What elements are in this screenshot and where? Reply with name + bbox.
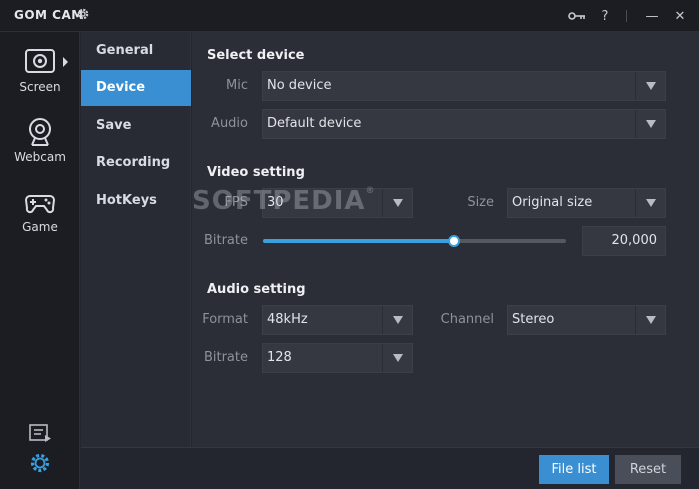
app-title: GOM CAM [14, 8, 84, 22]
expand-arrow-icon[interactable] [63, 57, 68, 67]
section-title-select-device: Select device [207, 48, 305, 63]
device-settings-panel: Select device Mic No device Audio Defaul… [192, 32, 699, 447]
screen-capture-icon [25, 49, 55, 73]
dropdown-arrow-icon [635, 189, 665, 217]
size-select[interactable]: Original size [507, 188, 666, 218]
audio-bitrate-select[interactable]: 128 [262, 343, 413, 373]
nav-item-hotkeys[interactable]: HotKeys [81, 183, 191, 219]
title-bar: GOM CAM ? — ✕ [0, 0, 699, 32]
settings-gear-icon[interactable] [28, 451, 52, 475]
section-title-video-setting: Video setting [207, 165, 305, 180]
size-value: Original size [512, 195, 593, 210]
format-select[interactable]: 48kHz [262, 305, 413, 335]
video-bitrate-slider[interactable] [263, 235, 566, 247]
channel-label: Channel [440, 312, 494, 327]
title-separator [626, 10, 627, 22]
mode-webcam[interactable]: Webcam [0, 106, 80, 170]
dropdown-arrow-icon [635, 306, 665, 334]
dropdown-arrow-icon [635, 110, 665, 138]
mic-select[interactable]: No device [262, 71, 666, 101]
mic-label: Mic [226, 78, 248, 93]
help-icon[interactable]: ? [595, 6, 615, 26]
nav-item-save[interactable]: Save [81, 108, 191, 144]
video-bitrate-input[interactable]: 20,000 [582, 226, 666, 256]
nav-item-device[interactable]: Device [81, 70, 191, 106]
video-bitrate-value: 20,000 [611, 233, 658, 248]
close-icon[interactable]: ✕ [670, 6, 690, 26]
minimize-icon[interactable]: — [642, 6, 662, 26]
file-list-button[interactable]: File list [539, 455, 609, 484]
section-title-audio-setting: Audio setting [207, 282, 306, 297]
dropdown-arrow-icon [382, 189, 412, 217]
nav-item-general[interactable]: General [81, 33, 191, 69]
gamepad-icon [24, 195, 56, 214]
mode-screen[interactable]: Screen [0, 36, 80, 100]
key-icon[interactable] [567, 6, 587, 26]
mode-label: Game [22, 220, 58, 234]
slider-fill [263, 239, 454, 243]
channel-value: Stereo [512, 312, 555, 327]
slider-thumb[interactable] [447, 235, 460, 247]
size-label: Size [467, 195, 494, 210]
dropdown-arrow-icon [382, 306, 412, 334]
dropdown-arrow-icon [635, 72, 665, 100]
nav-item-recording[interactable]: Recording [81, 145, 191, 181]
dropdown-arrow-icon [382, 344, 412, 372]
format-value: 48kHz [267, 312, 308, 327]
format-label: Format [202, 312, 248, 327]
video-bitrate-label: Bitrate [203, 233, 248, 248]
mic-value: No device [267, 78, 332, 93]
audio-label: Audio [211, 116, 248, 131]
channel-select[interactable]: Stereo [507, 305, 666, 335]
mode-label: Webcam [14, 150, 66, 164]
reset-button[interactable]: Reset [615, 455, 681, 484]
file-list-icon[interactable] [28, 421, 52, 445]
gear-icon[interactable] [76, 7, 90, 21]
mode-game[interactable]: Game [0, 176, 80, 240]
mode-label: Screen [19, 80, 61, 94]
audio-bitrate-label: Bitrate [203, 350, 248, 365]
settings-nav: General Device Save Recording HotKeys [81, 32, 191, 447]
softpedia-watermark: SOFTPEDIA® [192, 186, 376, 216]
audio-value: Default device [267, 116, 362, 131]
audio-bitrate-value: 128 [267, 350, 292, 365]
mode-sidebar: Screen Webcam Game [0, 32, 80, 489]
webcam-icon [29, 118, 51, 146]
audio-select[interactable]: Default device [262, 109, 666, 139]
footer-bar: File list Reset [81, 447, 699, 489]
